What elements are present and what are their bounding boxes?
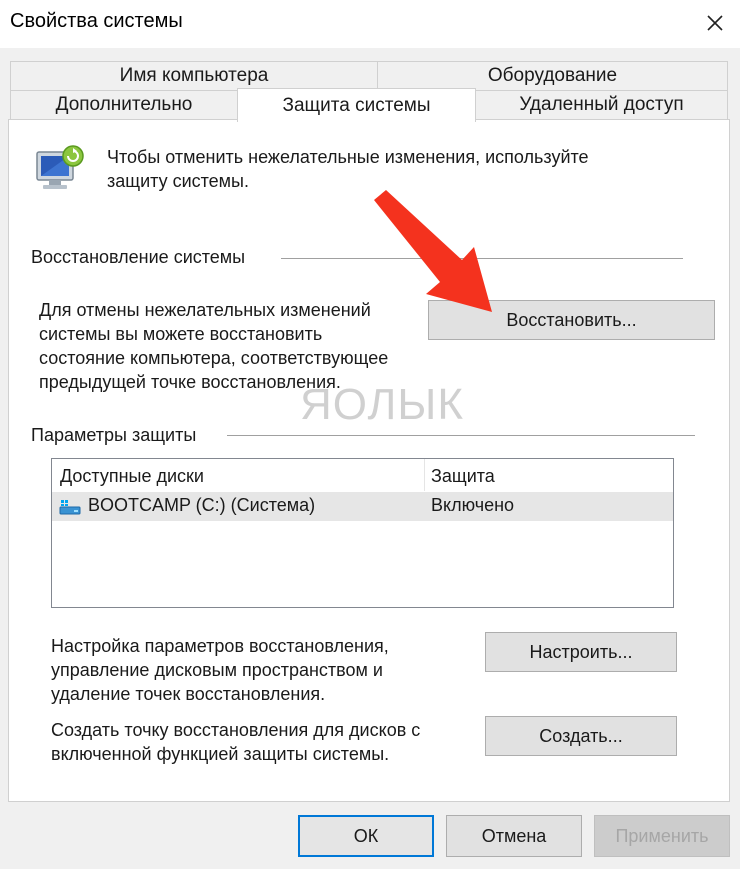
tab-computer-name[interactable]: Имя компьютера (10, 61, 378, 91)
configure-button-label: Настроить... (529, 641, 633, 662)
apply-button[interactable]: Применить (594, 815, 730, 857)
tab-advanced[interactable]: Дополнительно (10, 90, 238, 120)
red-arrow-annotation (374, 190, 492, 312)
create-button-label: Создать... (539, 725, 623, 746)
tab-computer-name-label: Имя компьютера (119, 65, 269, 86)
configure-desc-3: удаление точек восстановления. (51, 684, 326, 704)
system-restore-button-label: Восстановить... (506, 309, 637, 330)
tab-advanced-label: Дополнительно (55, 94, 193, 115)
intro-line-1: Чтобы отменить нежелательные изменения, … (107, 147, 589, 167)
restore-desc-2: системы вы можете восстановить (39, 324, 323, 344)
window-title: Свойства системы (10, 10, 183, 32)
configure-desc-1: Настройка параметров восстановления, (51, 636, 389, 656)
drives-list[interactable]: Доступные диски Защита BOOTCAMP (C:) (Си… (51, 458, 674, 608)
tab-remote-access[interactable]: Удаленный доступ (475, 90, 728, 120)
tab-hardware[interactable]: Оборудование (377, 61, 728, 91)
restore-desc-1: Для отмены нежелательных изменений (39, 300, 371, 320)
drives-list-header: Доступные диски Защита (52, 459, 673, 491)
column-separator (424, 459, 425, 491)
protection-divider (227, 435, 695, 436)
drive-name: BOOTCAMP (C:) (Система) (88, 495, 316, 515)
restore-section-title: Восстановление системы (31, 247, 246, 267)
drive-icon (59, 499, 81, 520)
drive-protection-status: Включено (431, 495, 515, 515)
ok-button[interactable]: ОК (298, 815, 434, 857)
protection-section-title: Параметры защиты (31, 425, 197, 445)
table-row[interactable]: BOOTCAMP (C:) (Система) Включено (52, 492, 673, 521)
close-icon (707, 15, 723, 31)
restore-desc-3: состояние компьютера, соответствующее (39, 348, 389, 368)
create-desc-2: включенной функцией защиты системы. (51, 744, 390, 764)
system-properties-window: Свойства системы Имя компьютера Оборудов… (0, 0, 740, 869)
restore-desc-4: предыдущей точке восстановления. (39, 372, 341, 392)
configure-desc-2: управление дисковым пространством и (51, 660, 383, 680)
computer-protection-icon (33, 142, 89, 203)
apply-button-label: Применить (615, 825, 709, 846)
tab-hardware-label: Оборудование (487, 65, 618, 86)
watermark-text: ЯОЛЫК (300, 380, 464, 429)
create-desc-1: Создать точку восстановления для дисков … (51, 720, 421, 740)
column-header-protection[interactable]: Защита (431, 466, 495, 487)
tab-remote-access-label: Удаленный доступ (519, 94, 684, 115)
tab-system-protection[interactable]: Защита системы (237, 88, 476, 122)
tab-system-protection-label: Защита системы (282, 94, 431, 116)
create-button[interactable]: Создать... (485, 716, 677, 756)
title-bar: Свойства системы (0, 0, 740, 48)
column-header-drives[interactable]: Доступные диски (60, 466, 204, 487)
cancel-button-label: Отмена (481, 825, 547, 846)
cancel-button[interactable]: Отмена (446, 815, 582, 857)
ok-button-label: ОК (353, 825, 379, 846)
close-button[interactable] (690, 0, 740, 46)
intro-line-2: защиту системы. (107, 171, 249, 191)
configure-button[interactable]: Настроить... (485, 632, 677, 672)
